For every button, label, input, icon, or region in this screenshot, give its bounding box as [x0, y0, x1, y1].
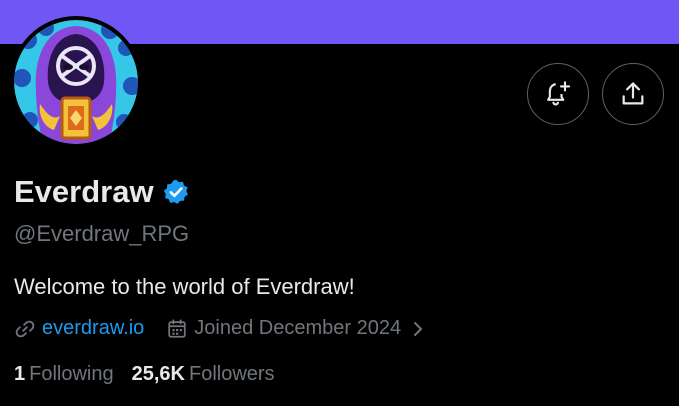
- avatar-image: [14, 20, 138, 144]
- share-icon: [622, 82, 644, 105]
- bell-plus-icon: [547, 81, 571, 106]
- joined-item[interactable]: Joined December 2024: [166, 317, 431, 340]
- notify-button[interactable]: [527, 63, 589, 125]
- profile-name-row: Everdraw: [14, 174, 190, 210]
- joined-date: Joined December 2024: [194, 317, 402, 339]
- website-item[interactable]: everdraw.io: [14, 317, 144, 340]
- chevron-right-icon: [414, 321, 423, 336]
- website-link[interactable]: everdraw.io: [42, 317, 144, 340]
- profile-handle: @Everdraw_RPG: [14, 221, 190, 246]
- profile-name: Everdraw: [14, 174, 154, 209]
- following-stat[interactable]: 1 Following: [14, 363, 114, 386]
- followers-label: Followers: [188, 363, 275, 385]
- followers-stat[interactable]: 25,6K Followers: [132, 363, 275, 386]
- profile-bio: Welcome to the world of Everdraw!: [14, 274, 355, 299]
- following-count: 1: [14, 363, 26, 385]
- followers-count: 25,6K: [131, 363, 185, 385]
- profile-meta: everdraw.io Joined December 2024: [14, 317, 431, 340]
- profile-stats: 1 Following 25,6K Followers: [14, 363, 293, 386]
- link-icon: [15, 320, 35, 337]
- verified-badge-icon[interactable]: [162, 178, 190, 206]
- avatar[interactable]: [10, 16, 142, 148]
- share-button[interactable]: [602, 63, 664, 125]
- calendar-icon: [168, 318, 186, 338]
- following-label: Following: [29, 363, 114, 385]
